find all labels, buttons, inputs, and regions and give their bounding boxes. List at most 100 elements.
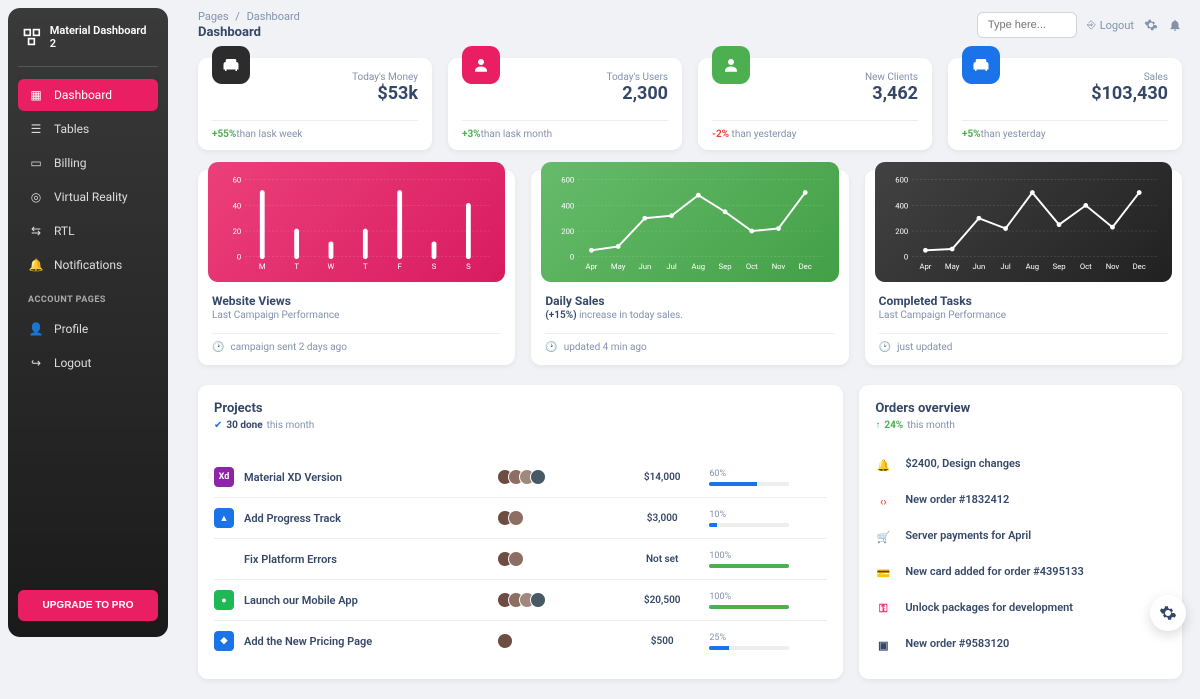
svg-text:T: T — [363, 262, 368, 271]
svg-text:M: M — [259, 262, 266, 271]
order-label: $2400, Design changes — [905, 457, 1020, 473]
nav-heading: ACCOUNT PAGES — [18, 283, 158, 311]
svg-text:F: F — [398, 262, 403, 271]
order-item: ⚿Unlock packages for development — [875, 591, 1166, 627]
gear-icon[interactable] — [1144, 18, 1158, 32]
chart-foot-text: campaign sent 2 days ago — [230, 342, 347, 353]
logout-link[interactable]: ⎆ Logout — [1087, 18, 1134, 32]
stat-suffix: than yesterday — [981, 129, 1046, 140]
clock-icon: 🕑 — [545, 342, 557, 353]
table-row[interactable]: ◆Add the New Pricing Page$50025% — [214, 620, 827, 661]
sidebar-item-dashboard[interactable]: ▦Dashboard — [18, 79, 158, 111]
svg-text:0: 0 — [237, 253, 241, 262]
order-item: ▣New order #9583120 — [875, 627, 1166, 663]
orders-list: 🔔 $2400, Design changes ‹›New order #18324… — [875, 447, 1166, 663]
settings-fab[interactable] — [1150, 595, 1186, 631]
order-icon: ⚿ — [875, 601, 891, 617]
chart-sub-text: increase in today sales. — [577, 310, 683, 321]
svg-text:May: May — [945, 262, 960, 271]
main: Pages / Dashboard Dashboard ⎆Logout Toda… — [180, 0, 1200, 699]
stat-suffix: than lask month — [481, 129, 553, 140]
project-icon: Xd — [214, 467, 234, 487]
bar-chart: 0204060MTWTFSS — [222, 172, 491, 276]
sidebar-item-notifications[interactable]: 🔔 Notifications — [18, 249, 158, 281]
breadcrumb-sep: / — [235, 10, 240, 23]
budget: $3,000 — [615, 513, 709, 524]
orders-pct: 24% — [884, 420, 903, 431]
svg-text:Sep: Sep — [1052, 262, 1065, 271]
gear-icon — [1159, 604, 1177, 622]
order-icon: ▣ — [875, 637, 891, 653]
logout-label: Logout — [1100, 19, 1134, 32]
chart-tasks: 0200400600AprMayJunJulAugSepOctNovDec — [875, 162, 1172, 282]
weekend-icon — [212, 46, 250, 84]
chart-sub: Last Campaign Performance — [212, 310, 501, 321]
bell-icon[interactable] — [1168, 18, 1182, 32]
order-icon: 🔔 — [875, 457, 891, 473]
svg-text:Apr: Apr — [586, 262, 598, 271]
sidebar-item-rtl[interactable]: ⇆RTL — [18, 215, 158, 247]
order-item: ‹›New order #1832412 — [875, 483, 1166, 519]
vr-icon: ◎ — [28, 189, 44, 205]
chart-card-tasks: 0200400600AprMayJunJulAugSepOctNovDec Co… — [865, 170, 1182, 365]
stat-card-clients: New Clients3,462 -2% than yesterday — [698, 58, 932, 150]
person-icon — [712, 46, 750, 84]
sidebar-item-tables[interactable]: ☰Tables — [18, 113, 158, 145]
table-row[interactable]: XdMaterial XD Version$14,00060% — [214, 457, 827, 497]
done-count: 30 done — [226, 420, 262, 431]
avatar — [530, 592, 546, 608]
main-nav: ▦Dashboard ☰Tables ▭Billing ◎ Virtual Rea… — [18, 79, 158, 379]
sidebar: Material Dashboard 2 ▦Dashboard ☰Tables … — [8, 8, 168, 637]
svg-text:S: S — [432, 262, 437, 271]
stat-suffix: than yesterday — [729, 129, 796, 140]
sidebar-item-profile[interactable]: 👤Profile — [18, 313, 158, 345]
svg-text:200: 200 — [895, 227, 908, 236]
brand: Material Dashboard 2 — [18, 24, 158, 67]
panel-sub: ✔30 done this month — [214, 420, 827, 431]
chart-views: 0204060MTWTFSS — [208, 162, 505, 282]
clock-icon: 🕑 — [879, 342, 891, 353]
svg-text:T: T — [294, 262, 299, 271]
sidebar-item-logout[interactable]: ↪Logout — [18, 347, 158, 379]
topbar-right: ⎆ Logout — [977, 12, 1182, 38]
signin-icon: ⎆ — [1087, 18, 1096, 32]
table-row[interactable]: ●Launch our Mobile App$20,500100% — [214, 579, 827, 620]
panel-sub: ↑24% this month — [875, 420, 1166, 431]
svg-text:Aug: Aug — [692, 262, 706, 271]
table-row[interactable]: ✱Fix Platform ErrorsNot set100% — [214, 538, 827, 579]
upgrade-button[interactable]: UPGRADE TO PRO — [18, 590, 158, 621]
members — [497, 551, 615, 567]
progress: 10% — [709, 510, 827, 527]
stat-card-users: Today's Users2,300 +3%than lask month — [448, 58, 682, 150]
order-icon: ‹› — [875, 493, 891, 509]
sidebar-item-vr[interactable]: ◎ Virtual Reality — [18, 181, 158, 213]
nav-label: Tables — [54, 122, 89, 136]
progress: 100% — [709, 592, 827, 609]
budget: $14,000 — [615, 472, 709, 483]
svg-text:W: W — [328, 262, 335, 271]
nav-label: Notifications — [54, 258, 122, 272]
chart-foot-text: updated 4 min ago — [564, 342, 647, 353]
svg-text:Jun: Jun — [972, 262, 985, 271]
svg-text:60: 60 — [233, 176, 242, 185]
svg-text:Oct: Oct — [746, 262, 758, 271]
order-icon: 💳 — [875, 565, 891, 581]
bell-icon: 🔔 — [28, 257, 44, 273]
svg-text:20: 20 — [233, 227, 242, 236]
chart-title: Website Views — [212, 294, 501, 308]
nav-label: Virtual Reality — [54, 190, 128, 204]
clock-icon: 🕑 — [212, 342, 224, 353]
search-input[interactable] — [977, 12, 1077, 38]
svg-text:Nov: Nov — [1105, 262, 1119, 271]
bottom-row: Projects ✔30 done this month XdMaterial … — [198, 385, 1182, 679]
svg-text:Jun: Jun — [639, 262, 652, 271]
breadcrumb-root[interactable]: Pages — [198, 10, 229, 23]
breadcrumb: Pages / Dashboard — [198, 10, 300, 23]
order-icon: 🛒 — [875, 529, 891, 545]
project-icon: ✱ — [214, 549, 234, 569]
progress: 25% — [709, 633, 827, 650]
order-label: Server payments for April — [905, 529, 1031, 545]
sidebar-item-billing[interactable]: ▭Billing — [18, 147, 158, 179]
svg-text:600: 600 — [562, 176, 575, 185]
table-row[interactable]: ▲Add Progress Track$3,00010% — [214, 497, 827, 538]
